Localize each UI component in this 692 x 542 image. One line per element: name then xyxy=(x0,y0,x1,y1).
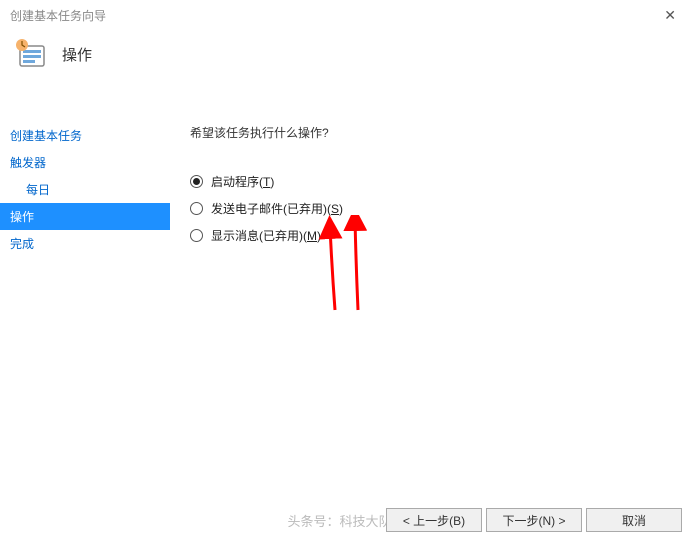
window-title: 创建基本任务向导 xyxy=(10,7,106,24)
sidebar-item-label: 触发器 xyxy=(10,156,46,170)
wizard-icon xyxy=(16,38,48,70)
wizard-sidebar: 创建基本任务 触发器 每日 操作 完成 xyxy=(0,84,170,484)
sidebar-item-daily[interactable]: 每日 xyxy=(0,176,170,203)
radio-label: 发送电子邮件(已弃用)(S) xyxy=(211,200,343,217)
wizard-footer: < 上一步(B) 下一步(N) > 取消 xyxy=(386,508,682,532)
sidebar-item-label: 创建基本任务 xyxy=(10,129,82,143)
action-prompt: 希望该任务执行什么操作? xyxy=(190,124,692,141)
radio-send-email[interactable]: 发送电子邮件(已弃用)(S) xyxy=(190,200,692,217)
radio-label: 启动程序(T) xyxy=(211,173,274,190)
action-radio-group: 启动程序(T) 发送电子邮件(已弃用)(S) 显示消息(已弃用)(M) xyxy=(190,173,692,244)
sidebar-item-label: 操作 xyxy=(10,210,34,224)
sidebar-item-label: 每日 xyxy=(26,183,50,197)
sidebar-item-finish[interactable]: 完成 xyxy=(0,230,170,257)
radio-label: 显示消息(已弃用)(M) xyxy=(211,227,321,244)
radio-start-program[interactable]: 启动程序(T) xyxy=(190,173,692,190)
radio-icon xyxy=(190,229,203,242)
radio-icon xyxy=(190,175,203,188)
sidebar-item-create-task[interactable]: 创建基本任务 xyxy=(0,122,170,149)
page-title: 操作 xyxy=(62,44,92,65)
cancel-button[interactable]: 取消 xyxy=(586,508,682,532)
wizard-header: 操作 xyxy=(0,30,692,84)
sidebar-item-action[interactable]: 操作 xyxy=(0,203,170,230)
sidebar-item-label: 完成 xyxy=(10,237,34,251)
radio-icon xyxy=(190,202,203,215)
next-button[interactable]: 下一步(N) > xyxy=(486,508,582,532)
sidebar-item-trigger[interactable]: 触发器 xyxy=(0,149,170,176)
wizard-main: 希望该任务执行什么操作? 启动程序(T) 发送电子邮件(已弃用)(S) 显示消息… xyxy=(170,84,692,484)
close-icon[interactable]: ✕ xyxy=(656,5,684,26)
radio-display-message[interactable]: 显示消息(已弃用)(M) xyxy=(190,227,692,244)
back-button[interactable]: < 上一步(B) xyxy=(386,508,482,532)
